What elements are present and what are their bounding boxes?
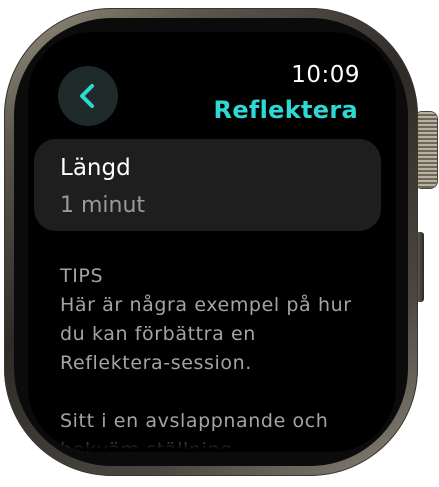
tips-paragraph: Här är några exempel på hur du kan förbä…: [60, 294, 352, 374]
chevron-left-icon: [80, 84, 94, 108]
tips-heading: TIPS: [60, 265, 104, 287]
duration-setting-row[interactable]: Längd 1 minut: [34, 139, 381, 231]
duration-label: Längd: [60, 155, 131, 181]
digital-crown[interactable]: [415, 112, 437, 188]
scroll-fade: [28, 430, 396, 452]
back-button[interactable]: [58, 66, 118, 126]
status-time: 10:09: [291, 62, 360, 88]
tips-section: TIPS Här är några exempel på hur du kan …: [60, 262, 360, 452]
app-title: Reflektera: [213, 96, 358, 124]
watch-device: 10:09 Reflektera Längd 1 minut TIPS Här …: [0, 0, 439, 487]
watch-screen: 10:09 Reflektera Längd 1 minut TIPS Här …: [28, 32, 396, 452]
duration-value: 1 minut: [60, 193, 146, 218]
